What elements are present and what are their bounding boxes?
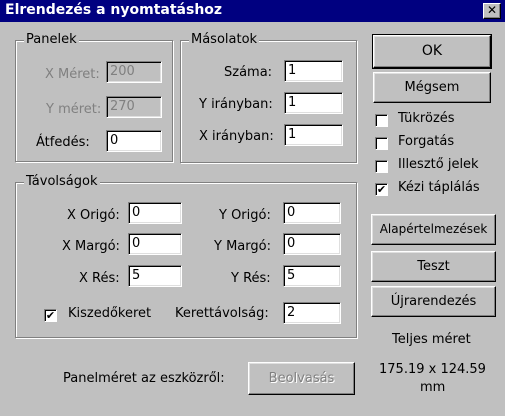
y-iranyban-input[interactable]: 1: [284, 92, 343, 114]
y-iranyban-label: Y irányban:: [199, 97, 273, 112]
ok-button[interactable]: OK: [372, 34, 492, 69]
window-title: Elrendezés a nyomtatáshoz: [5, 2, 223, 18]
x-iranyban-input[interactable]: 1: [284, 124, 343, 146]
szama-input[interactable]: 1: [284, 60, 343, 82]
x-margo-label: X Margó:: [62, 239, 120, 254]
kezi-taplalas-label: Kézi táplálás: [398, 180, 480, 195]
x-origo-label: X Origó:: [67, 208, 120, 223]
atfedes-input[interactable]: 0: [106, 130, 162, 152]
kiszedokeret-label: Kiszedőkeret: [68, 306, 152, 321]
tukrozes-label: Tükrözés: [398, 111, 455, 126]
x-margo-input[interactable]: 0: [128, 233, 182, 255]
kiszedokeret-checkbox[interactable]: ✔: [44, 309, 57, 322]
total-size-unit: mm: [420, 380, 446, 395]
defaults-button[interactable]: Alapértelmezések: [371, 214, 496, 245]
title-bar: Elrendezés a nyomtatáshoz ✕: [0, 0, 505, 22]
y-margo-label: Y Margó:: [214, 239, 271, 254]
panelek-legend: Panelek: [24, 32, 79, 47]
masolatok-legend: Másolatok: [189, 32, 260, 47]
szama-label: Száma:: [224, 65, 273, 80]
panel-size-from-device-label: Panelméret az eszközről:: [63, 371, 225, 386]
rearrange-button[interactable]: Újrarendezés: [371, 286, 496, 317]
x-res-label: X Rés:: [79, 271, 120, 286]
atfedes-label: Átfedés:: [36, 135, 90, 150]
total-size-value: 175.19 x 124.59: [379, 362, 486, 377]
cancel-button[interactable]: Mégsem: [373, 72, 491, 103]
close-button[interactable]: ✕: [483, 3, 501, 19]
x-iranyban-label: X irányban:: [199, 129, 274, 144]
y-meret-label: Y méret:: [46, 102, 102, 117]
y-margo-input[interactable]: 0: [283, 233, 341, 255]
y-origo-input[interactable]: 0: [283, 202, 341, 224]
tavolsagok-legend: Távolságok: [24, 174, 100, 189]
y-res-input[interactable]: 5: [283, 265, 341, 287]
x-res-input[interactable]: 5: [128, 265, 182, 287]
kerettavolsag-label: Kerettávolság:: [175, 306, 269, 321]
total-size-label: Teljes méret: [392, 332, 471, 347]
read-button[interactable]: Beolvasás: [248, 362, 355, 395]
forgatas-checkbox[interactable]: [375, 137, 388, 150]
x-meret-input[interactable]: 200: [106, 61, 162, 83]
y-origo-label: Y Origó:: [219, 208, 271, 223]
y-res-label: Y Rés:: [231, 271, 271, 286]
test-button[interactable]: Teszt: [371, 251, 496, 282]
y-meret-input[interactable]: 270: [106, 96, 162, 118]
illeszto-jelek-label: Illesztő jelek: [398, 157, 479, 172]
tukrozes-checkbox[interactable]: [375, 114, 388, 127]
x-meret-label: X Méret:: [45, 67, 100, 82]
x-origo-input[interactable]: 0: [128, 202, 182, 224]
kezi-taplalas-checkbox[interactable]: ✔: [375, 183, 388, 196]
forgatas-label: Forgatás: [398, 134, 455, 149]
illeszto-jelek-checkbox[interactable]: [375, 160, 388, 173]
kerettavolsag-input[interactable]: 2: [283, 302, 341, 324]
